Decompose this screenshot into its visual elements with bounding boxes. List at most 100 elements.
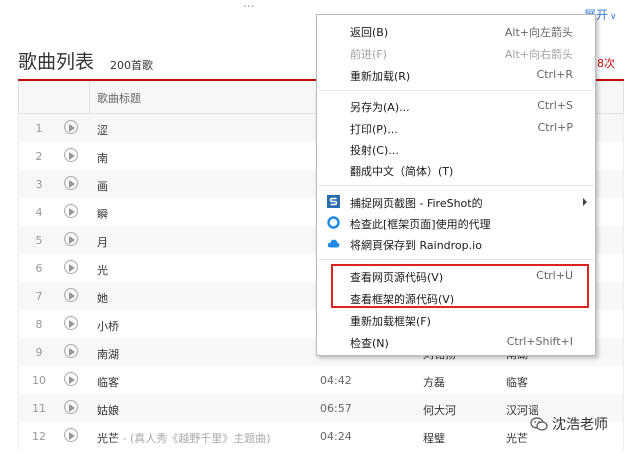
song-title-main: 她: [97, 292, 108, 305]
menu-item-reload-frame[interactable]: 重新加载框架(F): [317, 310, 595, 330]
song-title[interactable]: 临客: [97, 374, 119, 390]
menu-item-label: 前进(F): [350, 48, 387, 61]
menu-item-fireshot[interactable]: 捕捉网页截图 - FireShot的: [317, 192, 595, 212]
menu-item-shortcut: Alt+向左箭头: [504, 26, 573, 39]
song-title-main: 光芒: [97, 432, 119, 445]
menu-item-shortcut: Ctrl+S: [537, 99, 573, 112]
menu-item-translate[interactable]: 翻成中文（简体）(T): [317, 160, 595, 180]
menu-item-raindrop[interactable]: 将網頁保存到 Raindrop.io: [317, 234, 595, 254]
proxy-circle-icon: [327, 216, 340, 229]
play-icon[interactable]: [64, 204, 78, 218]
song-subtitle: - (真人秀《越野千里》主题曲): [119, 432, 271, 445]
menu-item-shortcut: Ctrl+P: [537, 121, 573, 134]
chevron-down-icon: ∨: [610, 12, 617, 22]
song-title[interactable]: 涩: [97, 122, 108, 138]
menu-item-shortcut: Ctrl+R: [536, 68, 573, 81]
song-title[interactable]: 瞬: [97, 206, 108, 222]
song-title[interactable]: 南: [97, 150, 108, 166]
menu-item-inspect[interactable]: 检查(N) Ctrl+Shift+I: [317, 332, 595, 352]
highlight-box: [331, 264, 589, 308]
menu-item-label: 返回(B): [350, 26, 389, 39]
menu-item-save-as[interactable]: 另存为(A)... Ctrl+S: [317, 96, 595, 116]
row-index: 3: [35, 178, 43, 191]
column-divider: [89, 81, 90, 113]
wechat-icon: [530, 417, 548, 431]
row-index: 1: [35, 122, 43, 135]
menu-item-label: 检查此[框架页面]使用的代理: [350, 218, 491, 231]
play-icon[interactable]: [64, 260, 78, 274]
menu-item-proxy-check[interactable]: 检查此[框架页面]使用的代理: [317, 213, 595, 233]
song-duration: 04:24: [320, 430, 352, 443]
play-icon[interactable]: [64, 288, 78, 302]
menu-item-label: 重新加载(R): [350, 70, 411, 83]
play-icon[interactable]: [64, 176, 78, 190]
play-icon[interactable]: [64, 148, 78, 162]
song-title[interactable]: 月: [97, 234, 108, 250]
song-title[interactable]: 画: [97, 178, 108, 194]
row-index: 10: [32, 374, 46, 387]
menu-item-cast[interactable]: 投射(C)...: [317, 139, 595, 159]
table-row[interactable]: 10 临客 04:42 方磊 临客: [18, 366, 624, 394]
song-title-main: 小桥: [97, 320, 119, 333]
song-title[interactable]: 南湖: [97, 346, 119, 362]
menu-item-label: 翻成中文（简体）(T): [350, 165, 454, 178]
song-title-main: 画: [97, 180, 108, 193]
menu-item-shortcut: Ctrl+Shift+I: [506, 335, 573, 348]
menu-item-label: 投射(C)...: [350, 144, 399, 157]
song-artist[interactable]: 何大河: [423, 402, 456, 418]
song-artist[interactable]: 程璧: [423, 430, 445, 446]
raindrop-cloud-icon: [327, 239, 340, 248]
play-icon[interactable]: [64, 372, 78, 386]
song-title-main: 瞬: [97, 208, 108, 221]
play-icon[interactable]: [64, 232, 78, 246]
song-title[interactable]: 她: [97, 290, 108, 306]
play-icon[interactable]: [64, 400, 78, 414]
song-duration: 04:42: [320, 374, 352, 387]
menu-item-label: 捕捉网页截图 - FireShot的: [350, 197, 483, 210]
song-artist[interactable]: 方磊: [423, 374, 445, 390]
menu-item-shortcut: Alt+向右箭头: [504, 48, 573, 61]
menu-item-label: 打印(P)...: [350, 123, 398, 136]
song-title-main: 涩: [97, 124, 108, 137]
play-icon[interactable]: [64, 316, 78, 330]
menu-item-label: 将網頁保存到 Raindrop.io: [350, 239, 482, 252]
menu-separator: [318, 185, 594, 186]
song-count: 200首歌: [110, 59, 153, 72]
menu-item-reload[interactable]: 重新加载(R) Ctrl+R: [317, 65, 595, 85]
menu-item-label: 重新加载框架(F): [350, 315, 431, 328]
song-album[interactable]: 临客: [506, 374, 528, 390]
song-title[interactable]: 小桥: [97, 318, 119, 334]
menu-item-print[interactable]: 打印(P)... Ctrl+P: [317, 118, 595, 138]
row-index: 2: [35, 150, 43, 163]
play-icon[interactable]: [64, 428, 78, 442]
song-title[interactable]: 姑娘: [97, 402, 119, 418]
song-title-main: 月: [97, 236, 108, 249]
menu-separator: [318, 259, 594, 260]
row-index: 8: [35, 318, 43, 331]
play-icon[interactable]: [64, 120, 78, 134]
song-album[interactable]: 光芒: [506, 430, 528, 446]
row-index: 9: [35, 346, 43, 359]
row-index: 5: [35, 234, 43, 247]
menu-item-back[interactable]: 返回(B) Alt+向左箭头: [317, 21, 595, 41]
song-title-main: 临客: [97, 376, 119, 389]
menu-item-label: 另存为(A)...: [350, 101, 410, 114]
song-title-main: 南: [97, 152, 108, 165]
song-duration: 06:57: [320, 402, 352, 415]
play-icon[interactable]: [64, 344, 78, 358]
row-index: 7: [35, 290, 43, 303]
song-title[interactable]: 光芒 - (真人秀《越野千里》主题曲): [97, 430, 271, 446]
submenu-arrow-icon: [583, 198, 587, 206]
row-index: 6: [35, 262, 43, 275]
song-title[interactable]: 光: [97, 262, 108, 278]
menu-separator: [318, 90, 594, 91]
row-index: 11: [32, 402, 46, 415]
menu-item-forward: 前进(F) Alt+向右箭头: [317, 43, 595, 63]
song-title-main: 姑娘: [97, 404, 119, 417]
row-index: 12: [32, 430, 46, 443]
top-dots: ...: [243, 0, 255, 10]
page-title: 歌曲列表: [18, 51, 95, 73]
column-header-title: 歌曲标题: [97, 92, 141, 105]
fireshot-icon: [327, 195, 340, 208]
watermark: 沈浩老师: [530, 414, 608, 434]
